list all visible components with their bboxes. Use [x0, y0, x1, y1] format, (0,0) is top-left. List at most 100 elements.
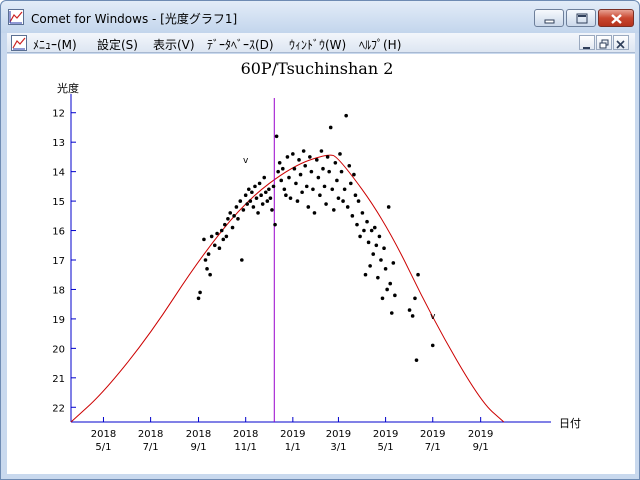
observation-point-95 — [355, 222, 359, 227]
observation-point-56 — [294, 181, 298, 186]
observation-point-109 — [377, 234, 382, 239]
observation-point-58 — [297, 158, 301, 162]
mdi-minimize-button[interactable] — [579, 35, 595, 50]
y-tick-label-12: 12 — [52, 109, 65, 120]
observation-point-86 — [341, 199, 345, 203]
observation-point-53 — [288, 196, 293, 200]
observation-point-74 — [322, 184, 327, 189]
observation-point-2 — [202, 237, 206, 242]
observation-point-96 — [356, 199, 361, 203]
observation-point-89 — [345, 205, 350, 209]
observation-point-37 — [263, 190, 268, 195]
observation-point-90 — [347, 163, 352, 168]
observation-point-73 — [321, 166, 325, 171]
observation-point-72 — [319, 149, 324, 153]
graph-app-icon[interactable] — [8, 9, 24, 25]
observation-point-40 — [268, 196, 273, 200]
observation-point-113 — [383, 267, 388, 271]
observation-point-81 — [333, 161, 338, 165]
observation-point-13 — [223, 222, 227, 227]
x-tick-day-6: 5/1 — [378, 442, 394, 453]
observation-point-21 — [238, 199, 243, 203]
observation-point-111 — [380, 296, 385, 301]
close-button[interactable] — [598, 9, 634, 27]
observation-point-27 — [248, 199, 253, 203]
observation-point-105 — [371, 252, 376, 256]
observation-point-29 — [251, 205, 256, 209]
mdi-minimize-icon — [583, 47, 590, 49]
x-tick-day-2: 9/1 — [190, 442, 206, 453]
observation-point-49 — [282, 187, 287, 192]
x-tick-day-3: 11/1 — [234, 442, 256, 453]
observation-point-76 — [325, 155, 330, 159]
x-tick-day-0: 5/1 — [95, 442, 111, 453]
observation-point-112 — [382, 246, 386, 251]
observation-point-23 — [241, 208, 246, 212]
observation-point-41 — [270, 208, 274, 212]
menu-item-database[interactable]: ﾃﾞｰﾀﾍﾞｰｽ(D) — [207, 36, 274, 53]
observation-point-82 — [335, 178, 339, 183]
observation-point-44 — [274, 134, 279, 139]
x-tick-day-8: 9/1 — [473, 442, 489, 453]
observation-point-59 — [298, 172, 303, 177]
y-tick-label-20: 20 — [52, 344, 65, 355]
x-tick-day-4: 1/1 — [285, 442, 301, 453]
observation-point-121 — [410, 314, 415, 318]
observation-point-54 — [291, 152, 295, 156]
x-tick-day-7: 7/1 — [425, 442, 441, 453]
menu-item-help[interactable]: ﾍﾙﾌﾟ(H) — [359, 36, 401, 53]
observation-point-3 — [203, 258, 208, 262]
observation-point-120 — [407, 308, 412, 312]
observation-point-10 — [217, 246, 222, 251]
observation-point-24 — [243, 193, 248, 197]
observation-point-11 — [219, 228, 224, 233]
observation-point-31 — [254, 196, 259, 200]
observation-point-30 — [253, 184, 257, 189]
observation-point-43 — [273, 222, 277, 227]
observation-point-33 — [257, 181, 262, 186]
observation-point-102 — [366, 240, 371, 245]
observation-point-118 — [391, 261, 396, 265]
minimize-button[interactable] — [534, 9, 564, 27]
app-window: Comet for Windows - [光度グラフ1] ﾒﾆｭｰ(M) 設定(… — [0, 0, 640, 480]
menu-item-view[interactable]: 表示(V) — [153, 36, 195, 53]
x-tick-day-5: 3/1 — [330, 442, 346, 453]
maximize-icon — [576, 13, 588, 24]
observation-point-97 — [358, 234, 362, 239]
y-tick-label-21: 21 — [52, 374, 65, 385]
observation-point-92 — [350, 214, 355, 218]
observation-point-80 — [332, 208, 336, 212]
annotation-0: v — [243, 156, 249, 166]
observation-point-84 — [338, 152, 342, 156]
maximize-button[interactable] — [566, 9, 596, 27]
observation-point-51 — [285, 155, 290, 159]
observation-point-70 — [316, 175, 321, 180]
observation-point-100 — [363, 272, 368, 277]
x-tick-year-1: 2018 — [138, 429, 163, 440]
observation-point-55 — [292, 166, 297, 171]
menu-item-menu[interactable]: ﾒﾆｭｰ(M) — [33, 36, 77, 53]
mdi-close-button[interactable] — [613, 35, 629, 50]
menu-item-settings[interactable]: 設定(S) — [97, 36, 138, 53]
observation-point-101 — [365, 219, 369, 224]
x-tick-year-4: 2019 — [280, 429, 305, 440]
observation-point-1 — [198, 290, 202, 295]
title-bar[interactable]: Comet for Windows - [光度グラフ1] — [1, 1, 639, 33]
mdi-close-icon — [616, 40, 625, 49]
x-tick-year-8: 2019 — [468, 429, 493, 440]
menu-item-window[interactable]: ｳｨﾝﾄﾞｳ(W) — [289, 36, 346, 53]
observation-point-107 — [374, 243, 379, 248]
y-tick-label-22: 22 — [52, 403, 65, 414]
mdi-restore-icon — [599, 39, 609, 49]
document-graph-icon[interactable] — [11, 35, 27, 51]
minimize-icon — [544, 19, 555, 24]
observation-point-110 — [379, 258, 383, 262]
graph-client-area[interactable]: 60P/Tsuchinshan 2 光度 日付 12 13 14 15 16 17 18 19… — [7, 54, 635, 474]
observation-point-48 — [280, 166, 285, 171]
observation-point-9 — [215, 231, 219, 236]
observation-point-63 — [304, 184, 309, 189]
mdi-restore-button[interactable] — [596, 35, 612, 50]
y-tick-label-17: 17 — [52, 256, 65, 267]
observation-point-64 — [306, 205, 311, 209]
observation-point-16 — [228, 211, 233, 215]
